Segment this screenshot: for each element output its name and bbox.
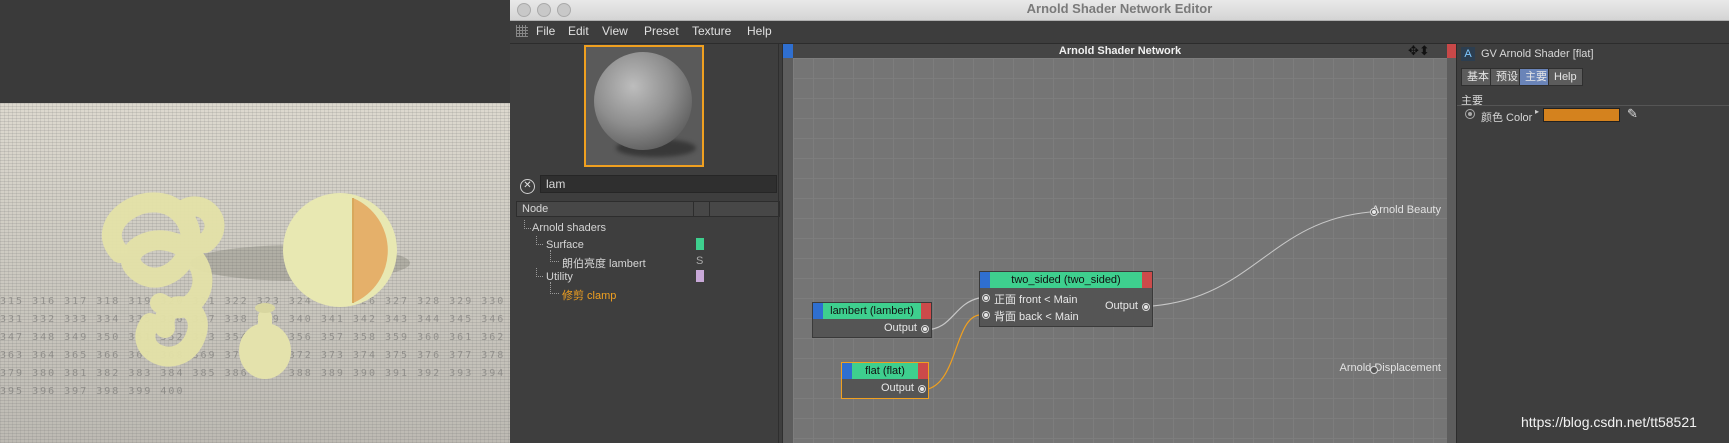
lambert-node[interactable]: lambert (lambert) Output: [812, 302, 932, 338]
shader-network-editor-window: Arnold Shader Network Editor File Edit V…: [510, 0, 1729, 443]
menu-texture[interactable]: Texture: [692, 24, 731, 38]
rendered-scene: [102, 192, 410, 379]
lambert-output-label: Output: [883, 322, 917, 334]
flat-output-port[interactable]: [918, 385, 926, 393]
window-title: Arnold Shader Network Editor: [1026, 1, 1213, 16]
flat-output-label: Output: [880, 382, 914, 394]
color-swatch[interactable]: [1543, 108, 1620, 122]
attribute-panel: A GV Arnold Shader [flat] 基本 预设 主要 Help …: [1456, 44, 1729, 443]
surface-color-swatch: [696, 238, 704, 250]
render-viewport[interactable]: 315 316 317 318 319 320 321 322 323 324 …: [0, 103, 510, 443]
two-sided-output-port[interactable]: [1142, 303, 1150, 311]
menu-bar: File Edit View Preset Texture Help: [510, 21, 1729, 44]
panel-divider[interactable]: [778, 44, 779, 443]
arnold-displacement-label: Arnold Displacement: [1339, 362, 1442, 374]
close-circle-icon[interactable]: ✕: [520, 179, 535, 194]
watermark-text: https://blog.csdn.net/tt58521: [1521, 414, 1697, 430]
arnold-logo-icon: A: [1461, 47, 1475, 61]
tree-header-node: Node: [522, 203, 549, 215]
tree-header: Node: [516, 201, 780, 217]
section-divider: [1457, 105, 1729, 106]
expand-arrow-icon[interactable]: ▸: [1535, 107, 1539, 116]
tab-help[interactable]: Help: [1548, 68, 1583, 86]
two-sided-output-label: Output: [1104, 300, 1138, 312]
flat-node[interactable]: flat (flat) Output: [841, 362, 929, 399]
preview-sphere: [594, 52, 692, 150]
two-sided-front-label: 正面 front < Main: [994, 294, 1078, 306]
render-toolbar-area: [0, 0, 510, 103]
tree-item-lambert[interactable]: 朗伯亮度 lambert: [562, 255, 646, 271]
menu-help[interactable]: Help: [747, 24, 772, 38]
utility-color-swatch: [696, 270, 704, 282]
lambert-node-title: lambert (lambert): [813, 303, 931, 319]
menu-preset[interactable]: Preset: [644, 24, 679, 38]
node-canvas[interactable]: Arnold Shader Network ✥⬍ lambert (lamber…: [782, 44, 1457, 443]
two-sided-front-port[interactable]: [982, 294, 990, 302]
grip-icon[interactable]: [516, 25, 528, 37]
two-sided-back-port[interactable]: [982, 311, 990, 319]
lambert-output-port[interactable]: [921, 325, 929, 333]
color-label: 颜色 Color: [1481, 112, 1533, 124]
eyedropper-icon[interactable]: ✎: [1627, 106, 1638, 122]
node-search-input[interactable]: [540, 175, 777, 193]
two-sided-node[interactable]: two_sided (two_sided) 正面 front < Main 背面…: [979, 271, 1153, 327]
two-sided-node-title: two_sided (two_sided): [980, 272, 1152, 288]
tree-item-arnold-shaders[interactable]: Arnold shaders: [532, 222, 606, 234]
menu-edit[interactable]: Edit: [568, 24, 589, 38]
flat-node-title: flat (flat): [842, 363, 928, 379]
two-sided-back-label: 背面 back < Main: [994, 311, 1079, 323]
arnold-beauty-label: Arnold Beauty: [1371, 204, 1441, 216]
attribute-panel-title: GV Arnold Shader [flat]: [1481, 48, 1594, 60]
tree-item-lambert-tag: S: [696, 255, 704, 267]
arnold-displacement-port[interactable]: [1370, 366, 1378, 374]
menu-view[interactable]: View: [602, 24, 628, 38]
tree-item-clamp[interactable]: 修剪 clamp: [562, 287, 616, 303]
material-preview[interactable]: [584, 45, 704, 167]
color-animate-toggle[interactable]: [1465, 109, 1475, 119]
arnold-beauty-port[interactable]: [1370, 208, 1378, 216]
menu-file[interactable]: File: [536, 24, 555, 38]
window-titlebar[interactable]: Arnold Shader Network Editor: [510, 0, 1729, 21]
